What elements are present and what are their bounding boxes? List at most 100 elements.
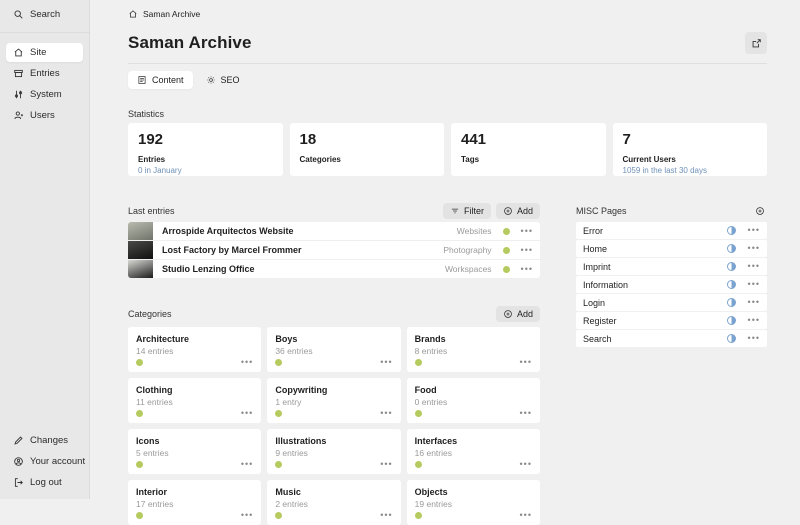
options-icon[interactable] [748, 298, 760, 307]
add-entry-button[interactable]: Add [495, 202, 540, 219]
category-card[interactable]: Objects 19 entries [406, 480, 540, 525]
entry-title: Arrospide Arquitectos Website [162, 226, 294, 236]
table-row[interactable]: Arrospide Arquitectos Website Websites [128, 222, 540, 241]
options-icon[interactable] [520, 460, 532, 469]
category-card[interactable]: Boys 36 entries [267, 327, 401, 372]
sidebar-item-entries[interactable]: Entries [6, 64, 83, 83]
options-icon[interactable] [241, 511, 253, 520]
statistic-link[interactable]: 0 in January [138, 166, 273, 175]
category-entry-count: 8 entries [414, 346, 448, 356]
list-item[interactable]: Search [576, 330, 767, 347]
statistic-card: 18 Categories [289, 123, 444, 176]
category-entry-count: 19 entries [414, 499, 452, 509]
statistic-value: 18 [299, 131, 317, 148]
statistic-card: 7 Current Users 1059 in the last 30 days [612, 123, 767, 176]
options-icon[interactable] [241, 460, 253, 469]
add-button-label: Add [516, 308, 533, 319]
category-entry-count: 9 entries [275, 448, 308, 458]
options-icon[interactable] [520, 409, 532, 418]
options-icon[interactable] [380, 460, 392, 469]
sidebar-divider [0, 32, 89, 33]
category-entry-count: 5 entries [136, 448, 169, 458]
tab-content[interactable]: Content [128, 71, 193, 89]
options-icon[interactable] [748, 226, 760, 235]
search-icon [13, 9, 24, 20]
options-icon[interactable] [521, 227, 533, 236]
categories-grid: Architecture 14 entries Boys 36 entries … [128, 327, 540, 525]
options-icon[interactable] [520, 511, 532, 520]
add-misc-page-button[interactable] [753, 204, 767, 218]
status-published-icon [136, 461, 143, 468]
entry-title: Studio Lenzing Office [162, 264, 255, 274]
statistics-section: Statistics 192 Entries 0 in January 18 C… [128, 109, 767, 176]
document-icon [137, 75, 147, 85]
sidebar-item-label: Log out [30, 477, 62, 488]
misc-pages-section: MISC Pages Error Home Imprint Informatio… [576, 202, 767, 347]
category-title: Interior [136, 487, 168, 497]
statistic-link[interactable]: 1059 in the last 30 days [623, 166, 758, 175]
misc-page-title: Register [583, 315, 617, 326]
status-unlisted-icon [726, 280, 736, 289]
sidebar-item-search[interactable]: Search [6, 5, 83, 24]
filter-button[interactable]: Filter [442, 202, 491, 219]
add-icon [503, 309, 513, 319]
sidebar-item-site[interactable]: Site [6, 43, 83, 62]
table-row[interactable]: Studio Lenzing Office Workspaces [128, 260, 540, 278]
options-icon[interactable] [748, 244, 760, 253]
options-icon[interactable] [748, 280, 760, 289]
category-card[interactable]: Interfaces 16 entries [406, 429, 540, 474]
sidebar-item-users[interactable]: Users [6, 106, 83, 125]
category-card[interactable]: Music 2 entries [267, 480, 401, 525]
category-title: Boys [275, 334, 298, 344]
category-entry-count: 36 entries [275, 346, 313, 356]
misc-page-title: Information [583, 279, 629, 290]
options-icon[interactable] [520, 358, 532, 367]
sun-icon [206, 75, 216, 85]
entry-thumbnail [128, 260, 153, 278]
category-card[interactable]: Interior 17 entries [128, 480, 262, 525]
options-icon[interactable] [241, 409, 253, 418]
archive-icon [13, 68, 24, 79]
list-item[interactable]: Information [576, 276, 767, 293]
category-card[interactable]: Architecture 14 entries [128, 327, 262, 372]
sidebar-item-changes[interactable]: Changes [6, 431, 83, 450]
options-icon[interactable] [521, 265, 533, 274]
list-item[interactable]: Register [576, 312, 767, 329]
category-card[interactable]: Illustrations 9 entries [267, 429, 401, 474]
category-card[interactable]: Clothing 11 entries [128, 378, 262, 423]
sidebar-item-system[interactable]: System [6, 85, 83, 104]
table-row[interactable]: Lost Factory by Marcel Frommer Photograp… [128, 241, 540, 260]
options-icon[interactable] [748, 334, 760, 343]
category-card[interactable]: Icons 5 entries [128, 429, 262, 474]
external-link-icon [751, 38, 762, 49]
last-entries-section: Last entries Filter Add Arrospide Arquit… [128, 202, 540, 278]
breadcrumb[interactable]: Saman Archive [128, 8, 767, 20]
options-icon[interactable] [380, 358, 392, 367]
list-item[interactable]: Imprint [576, 258, 767, 275]
category-card[interactable]: Food 0 entries [406, 378, 540, 423]
tab-seo[interactable]: SEO [197, 71, 249, 89]
category-title: Clothing [136, 385, 173, 395]
sidebar-search-label: Search [30, 9, 61, 20]
options-icon[interactable] [521, 246, 533, 255]
status-unlisted-icon [726, 334, 736, 343]
list-item[interactable]: Login [576, 294, 767, 311]
list-item[interactable]: Home [576, 240, 767, 257]
sidebar-item-account[interactable]: Your account [6, 452, 85, 471]
statistic-value: 441 [461, 131, 487, 148]
status-published-icon [414, 359, 422, 366]
open-preview-button[interactable] [745, 32, 767, 54]
category-card[interactable]: Copywriting 1 entry [267, 378, 401, 423]
options-icon[interactable] [241, 358, 253, 367]
list-item[interactable]: Error [576, 222, 767, 239]
options-icon[interactable] [748, 262, 760, 271]
category-card[interactable]: Brands 8 entries [406, 327, 540, 372]
misc-page-title: Error [583, 225, 603, 236]
sidebar-item-logout[interactable]: Log out [6, 473, 83, 492]
add-category-button[interactable]: Add [495, 305, 540, 322]
options-icon[interactable] [748, 316, 760, 325]
options-icon[interactable] [380, 511, 392, 520]
options-icon[interactable] [380, 409, 392, 418]
statistics-label: Statistics [128, 109, 165, 119]
sidebar-footer: Changes Your account Log out [0, 429, 89, 494]
